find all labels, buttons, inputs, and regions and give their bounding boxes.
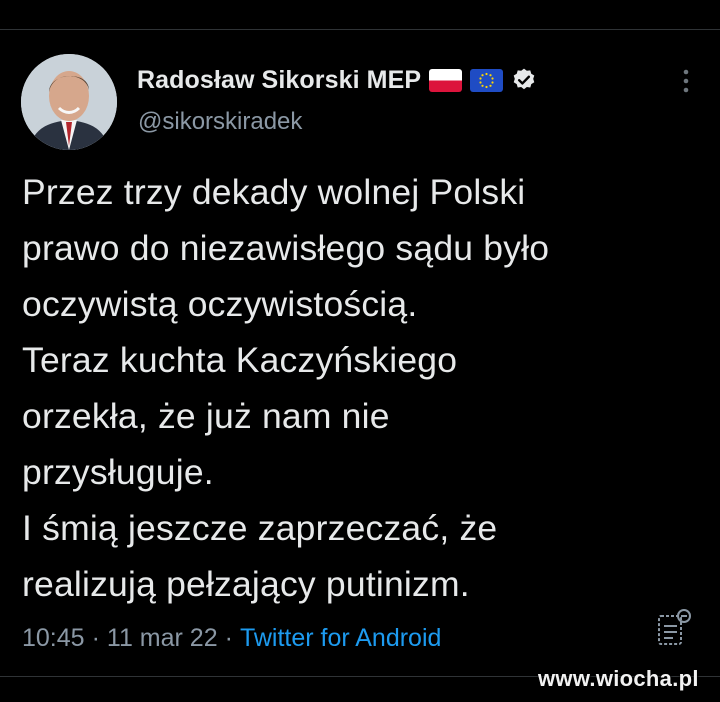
avatar-photo xyxy=(21,54,117,150)
tweet-source-link[interactable]: Twitter for Android xyxy=(240,624,441,653)
avatar[interactable] xyxy=(21,54,117,150)
tweet-time[interactable]: 10:45 xyxy=(22,624,85,653)
meta-separator: · xyxy=(224,623,233,652)
author-name-row: Radosław Sikorski MEP xyxy=(137,62,537,98)
analytics-icon[interactable] xyxy=(656,606,692,650)
author-handle[interactable]: @sikorskiradek xyxy=(138,108,302,136)
tweet-line: prawo do niezawisłego sądu było xyxy=(22,228,550,268)
site-watermark: www.wiocha.pl xyxy=(538,666,699,691)
tweet-line: Przez trzy dekady wolnej Polski xyxy=(22,172,526,212)
more-options-icon[interactable] xyxy=(676,66,696,96)
tweet-line: orzekła, że już nam nie xyxy=(22,396,390,436)
tweet-line: Teraz kuchta Kaczyńskiego xyxy=(22,340,458,380)
meta-separator: · xyxy=(91,623,100,652)
verified-badge-icon xyxy=(511,67,537,93)
tweet-line: I śmią jeszcze zaprzeczać, że xyxy=(22,508,498,548)
top-divider xyxy=(0,29,720,30)
tweet-line: realizują pełzający putinizm. xyxy=(22,564,470,604)
tweet-line: oczywistą oczywistością. xyxy=(22,284,418,324)
eu-flag-icon xyxy=(470,68,504,92)
poland-flag-icon xyxy=(429,68,463,92)
tweet-line: przysługuje. xyxy=(22,452,214,492)
tweet-text: Przez trzy dekady wolnej Polski prawo do… xyxy=(22,164,702,612)
author-display-name[interactable]: Radosław Sikorski MEP xyxy=(137,66,421,95)
tweet-date[interactable]: 11 mar 22 xyxy=(107,624,218,653)
tweet-metadata: 10:45 · 11 mar 22 · Twitter for Android xyxy=(22,621,441,655)
